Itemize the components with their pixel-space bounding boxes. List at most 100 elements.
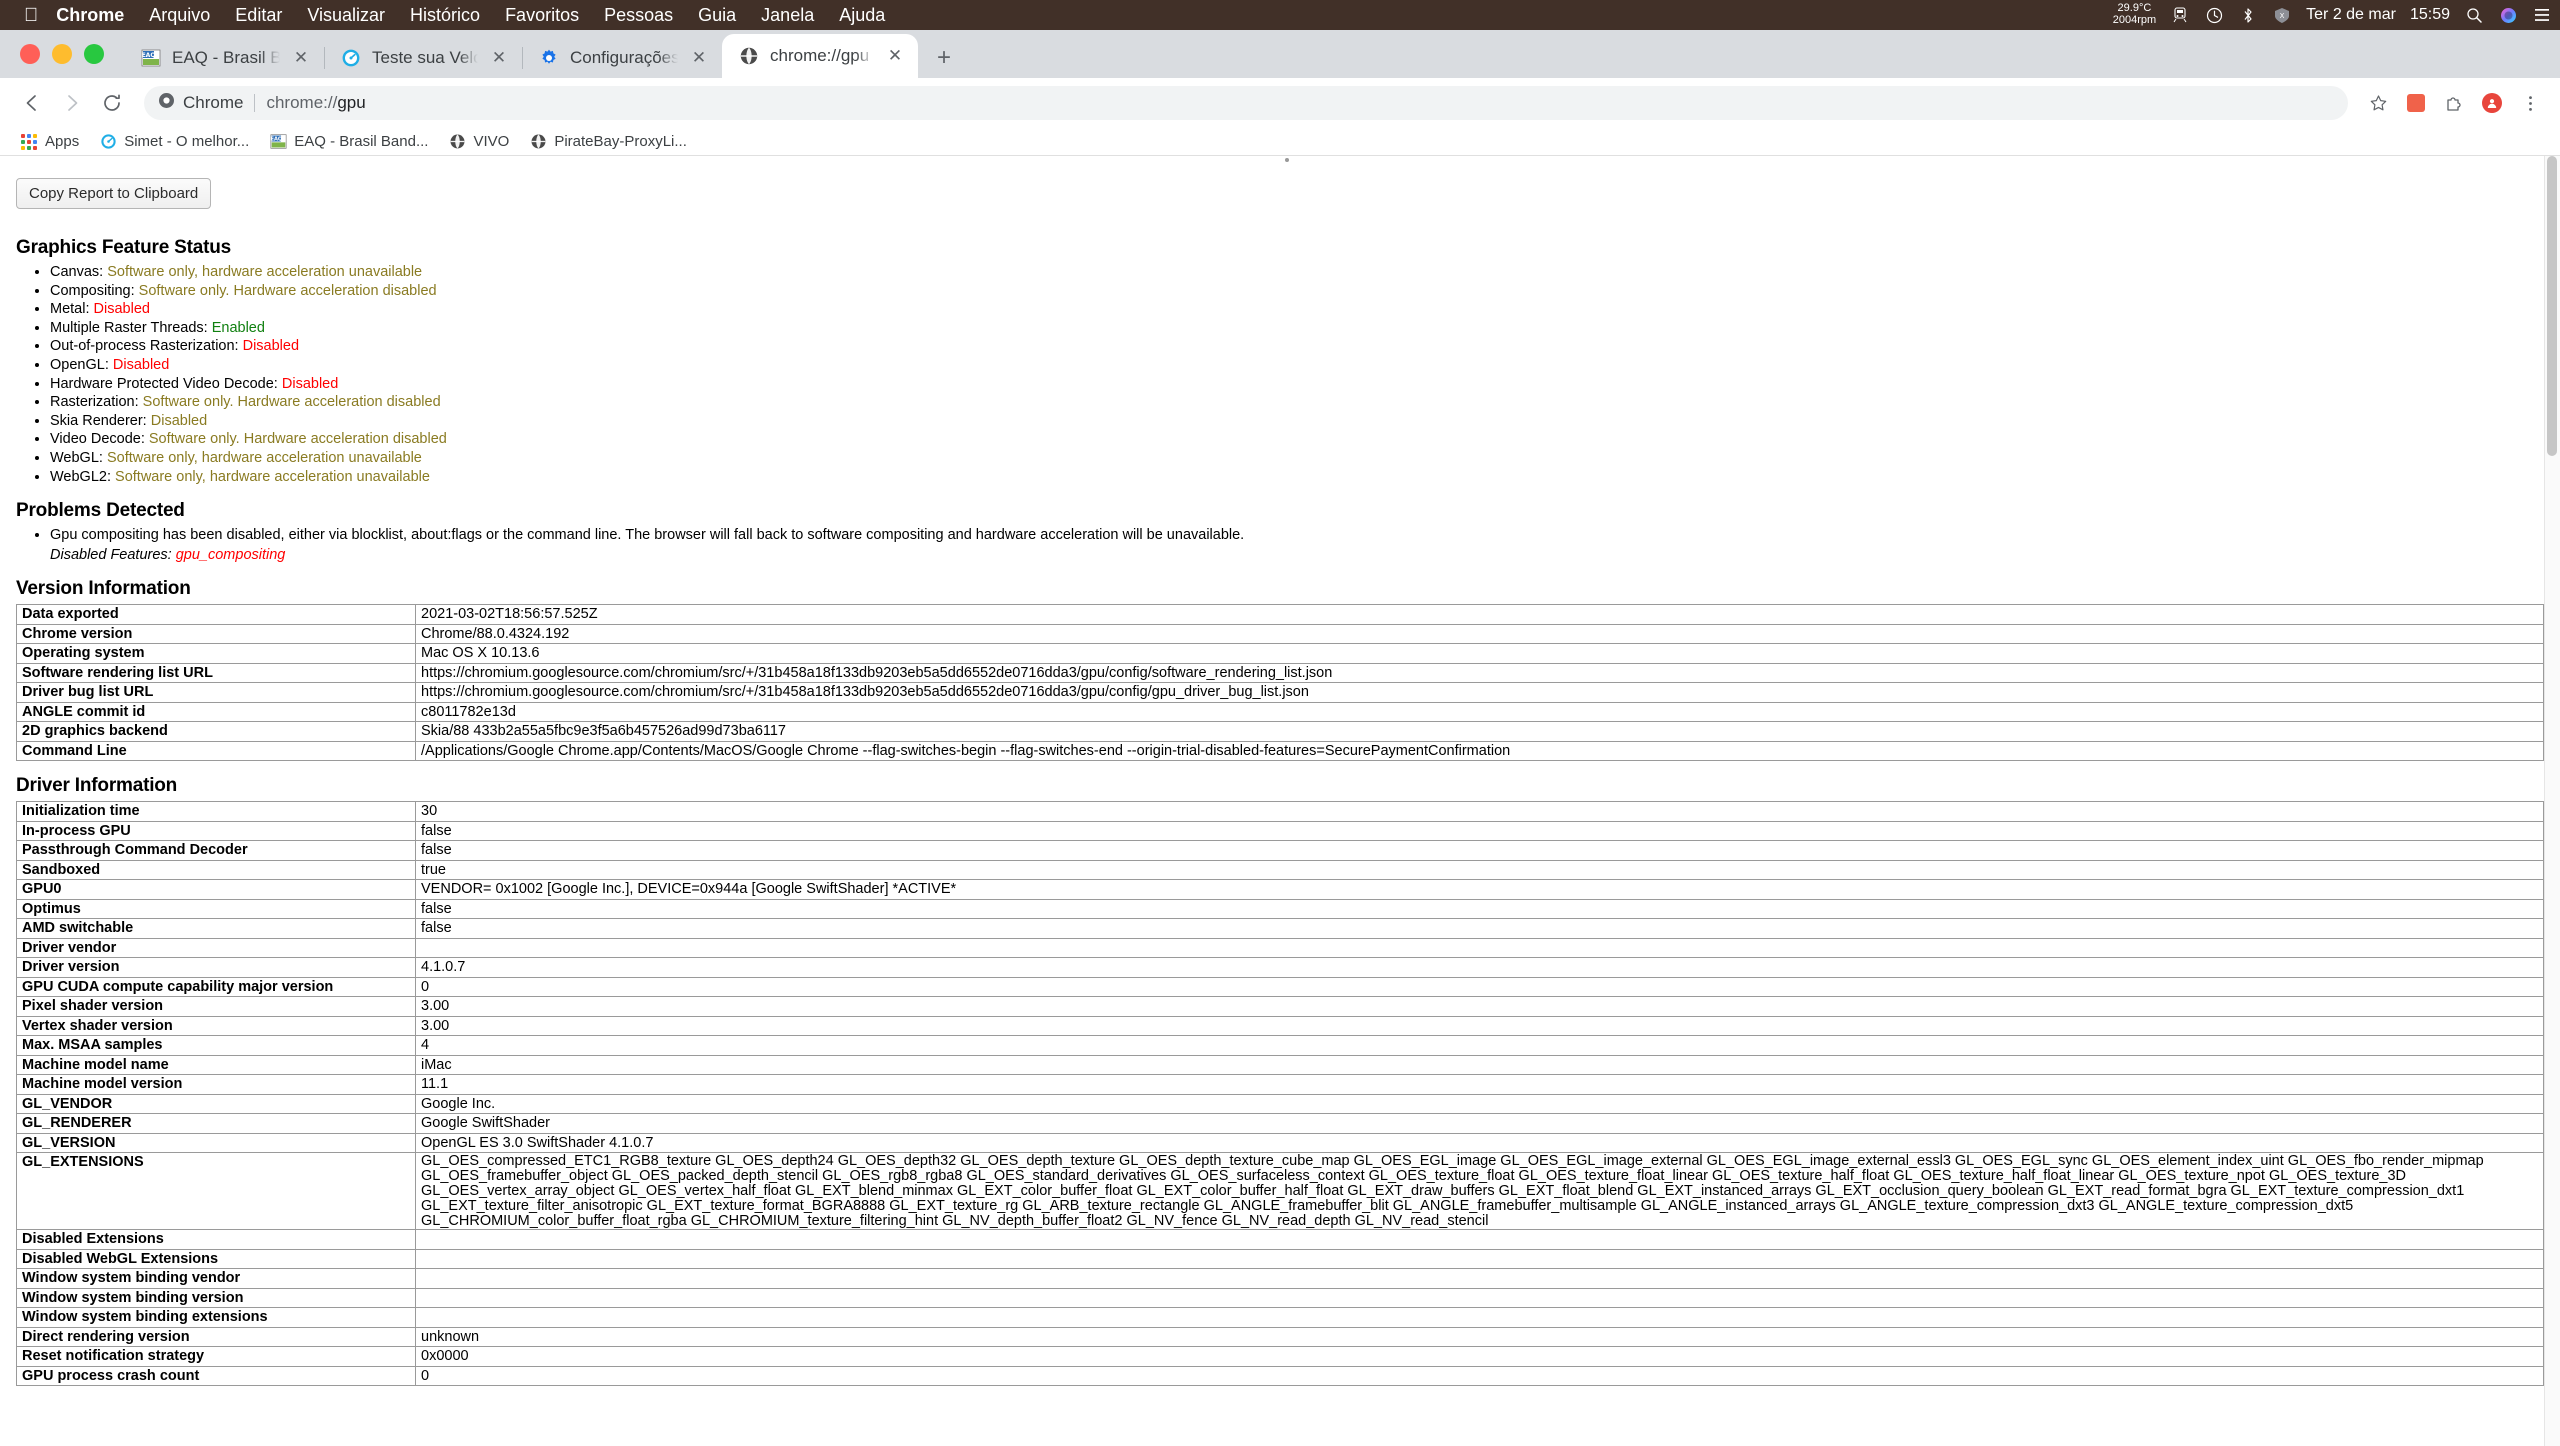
- scrollbar-thumb[interactable]: [2547, 156, 2557, 456]
- globe-icon: [738, 45, 760, 67]
- feature-name: Rasterization:: [50, 394, 139, 411]
- feature-status: Disabled: [108, 356, 170, 373]
- table-row-value: Skia/88 433b2a55a5fbc9e3f5a6b457526ad99d…: [415, 721, 2544, 742]
- feature-name: Video Decode:: [50, 431, 145, 448]
- feature-name: OpenGL:: [50, 356, 109, 373]
- extension-puzzle-icon[interactable]: [2438, 87, 2470, 119]
- menu-item-janela[interactable]: Janela: [761, 5, 814, 26]
- toolbar-actions: [2362, 87, 2546, 119]
- menu-item-historico[interactable]: Histórico: [410, 5, 480, 26]
- fan-rpm-value: 2004rpm: [2112, 14, 2157, 26]
- profile-avatar[interactable]: [2476, 87, 2508, 119]
- close-tab-button[interactable]: ✕: [486, 45, 512, 71]
- menu-item-arquivo[interactable]: Arquivo: [149, 5, 210, 26]
- close-tab-button[interactable]: ✕: [882, 43, 908, 69]
- table-row-value: 11.1: [415, 1074, 2544, 1095]
- back-button[interactable]: [14, 85, 50, 121]
- tab-speedtest[interactable]: Teste sua Velocidade de Intern ✕: [324, 38, 522, 78]
- table-row-key: Chrome version: [16, 623, 416, 645]
- close-tab-button[interactable]: ✕: [288, 45, 314, 71]
- reload-button[interactable]: [94, 85, 130, 121]
- bluetooth-icon[interactable]: [2238, 5, 2258, 25]
- bookmark-label: PirateBay-ProxyLi...: [554, 133, 687, 150]
- table-row-key: Max. MSAA samples: [16, 1035, 416, 1056]
- copy-report-button[interactable]: Copy Report to Clipboard: [16, 178, 212, 209]
- apple-logo-icon[interactable]: : [24, 6, 38, 25]
- minimize-window-button[interactable]: [52, 44, 72, 64]
- driver-information-title: Driver Information: [16, 775, 178, 797]
- tab-title: Configurações: Sobre o Google: [570, 48, 678, 67]
- menu-item-ajuda[interactable]: Ajuda: [839, 5, 885, 26]
- tab-chrome-gpu[interactable]: chrome://gpu ✕: [722, 34, 918, 78]
- forward-button[interactable]: [54, 85, 90, 121]
- table-row: Machine model version 11.1: [16, 1074, 2544, 1095]
- new-tab-button[interactable]: +: [924, 38, 964, 78]
- graphics-feature-item: OpenGL: Disabled: [50, 356, 2544, 375]
- table-row-value: false: [415, 840, 2544, 861]
- table-row-value: Google Inc.: [415, 1093, 2544, 1115]
- table-row-key: Driver version: [16, 957, 416, 978]
- bookmark-apps[interactable]: Apps: [12, 130, 87, 154]
- problems-detected-title: Problems Detected: [16, 500, 185, 522]
- table-row-value: 0: [415, 1365, 2544, 1387]
- table-row-value: OpenGL ES 3.0 SwiftShader 4.1.0.7: [415, 1132, 2544, 1154]
- globe-icon: [448, 133, 466, 151]
- table-row: Command Line/Applications/Google Chrome.…: [16, 740, 2544, 762]
- graphics-feature-item: WebGL: Software only, hardware accelerat…: [50, 449, 2544, 468]
- feature-status: Software only. Hardware acceleration dis…: [138, 394, 441, 411]
- feature-status: Disabled: [146, 412, 208, 429]
- graphics-feature-item: Video Decode: Software only. Hardware ac…: [50, 430, 2544, 449]
- table-row-key: Window system binding vendor: [16, 1268, 416, 1289]
- siri-icon[interactable]: [2498, 5, 2518, 25]
- tab-configuracoes[interactable]: Configurações: Sobre o Google ✕: [522, 38, 722, 78]
- menu-item-editar[interactable]: Editar: [235, 5, 282, 26]
- feature-status: Software only. Hardware acceleration dis…: [144, 431, 447, 448]
- feature-name: Hardware Protected Video Decode:: [50, 375, 278, 392]
- eaq-icon: EAQ: [140, 47, 162, 69]
- train-icon[interactable]: [2170, 5, 2190, 25]
- time-machine-icon[interactable]: [2204, 5, 2224, 25]
- table-row-value: [415, 1307, 2544, 1328]
- table-row-key: Machine model name: [16, 1054, 416, 1076]
- problems-list: Gpu compositing has been disabled, eithe…: [16, 526, 2544, 564]
- bookmark-eaq[interactable]: EAQ EAQ - Brasil Band...: [261, 130, 436, 154]
- browser-toolbar: Chrome chrome://gpu: [0, 78, 2560, 128]
- menu-bar-date[interactable]: Ter 2 de mar: [2306, 6, 2396, 24]
- xtrafinder-icon[interactable]: X: [2272, 5, 2292, 25]
- tab-list: EAQ EAQ - Brasil Banda Larga - Me ✕ Test…: [124, 30, 918, 78]
- bookmark-simet[interactable]: Simet - O melhor...: [91, 130, 257, 154]
- bookmark-piratebay[interactable]: PirateBay-ProxyLi...: [521, 130, 695, 154]
- table-row-key: Disabled Extensions: [16, 1229, 416, 1250]
- menu-item-pessoas[interactable]: Pessoas: [604, 5, 673, 26]
- temperature-monitor[interactable]: 29.9°C 2004rpm: [2113, 3, 2156, 26]
- menu-item-chrome[interactable]: Chrome: [56, 5, 124, 26]
- spotlight-search-icon[interactable]: [2464, 5, 2484, 25]
- problem-item: Gpu compositing has been disabled, eithe…: [50, 526, 2544, 564]
- maximize-window-button[interactable]: [84, 44, 104, 64]
- menu-item-guia[interactable]: Guia: [698, 5, 736, 26]
- notification-center-icon[interactable]: [2532, 5, 2552, 25]
- close-tab-button[interactable]: ✕: [686, 45, 712, 71]
- apps-grid-icon: [20, 133, 38, 151]
- table-row-key: Optimus: [16, 898, 416, 920]
- close-window-button[interactable]: [20, 44, 40, 64]
- window-traffic-lights: [14, 30, 124, 78]
- bookmark-star-icon[interactable]: [2362, 87, 2394, 119]
- problem-text: Gpu compositing has been disabled, eithe…: [50, 527, 1245, 544]
- page-scrollbar[interactable]: [2544, 156, 2560, 1446]
- tab-eaq[interactable]: EAQ EAQ - Brasil Banda Larga - Me ✕: [124, 38, 324, 78]
- feature-status: Software only, hardware acceleration una…: [102, 449, 422, 466]
- bookmarks-bar: Apps Simet - O melhor... EAQ EAQ - Brasi…: [0, 128, 2560, 156]
- extension-orange-icon[interactable]: [2400, 87, 2432, 119]
- menu-bar-time[interactable]: 15:59: [2410, 6, 2450, 24]
- table-row-key: Initialization time: [16, 801, 416, 822]
- feature-name: Metal:: [50, 301, 90, 318]
- table-row-key: Vertex shader version: [16, 1015, 416, 1037]
- menu-item-visualizar[interactable]: Visualizar: [307, 5, 385, 26]
- menu-item-favoritos[interactable]: Favoritos: [505, 5, 579, 26]
- table-row-key: Window system binding version: [16, 1287, 416, 1309]
- feature-name: WebGL2:: [50, 468, 111, 485]
- address-bar[interactable]: Chrome chrome://gpu: [144, 86, 2348, 120]
- bookmark-vivo[interactable]: VIVO: [440, 130, 517, 154]
- chrome-menu-icon[interactable]: [2514, 87, 2546, 119]
